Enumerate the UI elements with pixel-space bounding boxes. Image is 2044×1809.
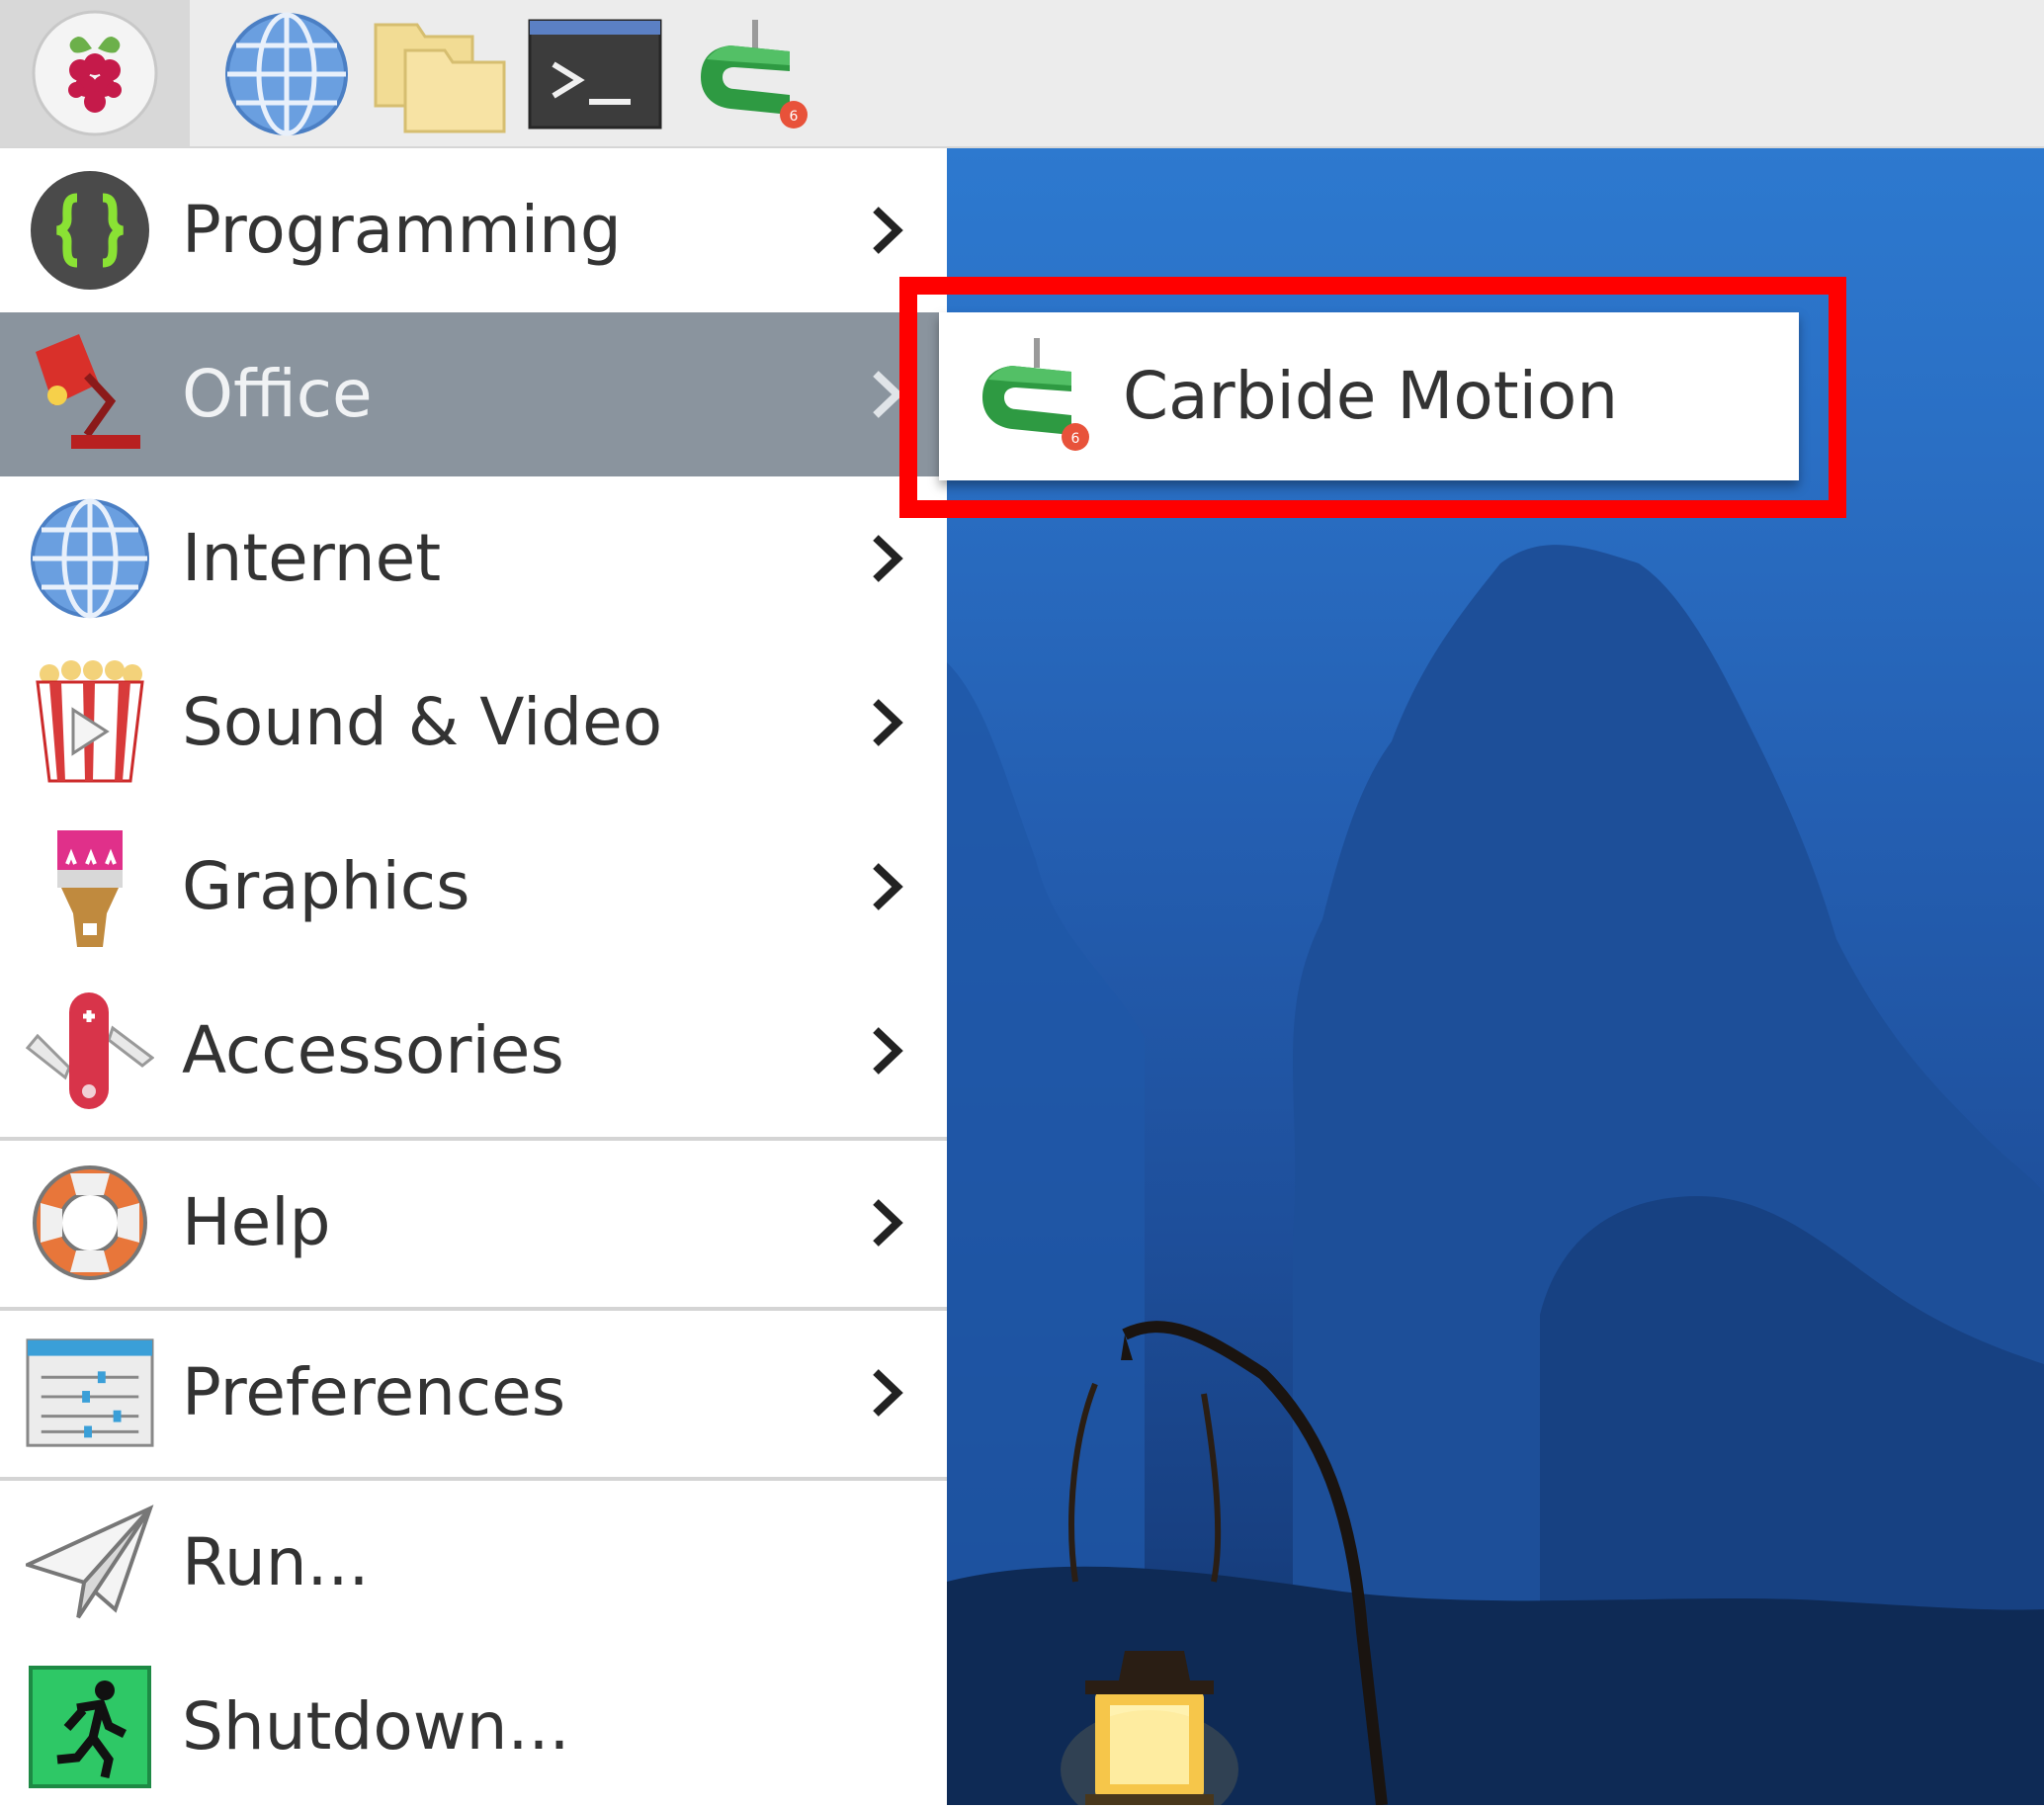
menu-item-label: Office — [182, 356, 373, 432]
globe-icon — [225, 12, 348, 136]
folder-icon — [374, 23, 506, 133]
exit-running-man-icon — [29, 1666, 151, 1788]
menu-item-run[interactable]: Run... — [0, 1481, 947, 1645]
chevron-right-icon — [873, 863, 903, 910]
menu-item-office[interactable]: Office — [0, 312, 947, 476]
lifebuoy-icon — [33, 1165, 147, 1280]
globe-icon — [31, 498, 149, 619]
menu-item-label: Accessories — [182, 1012, 564, 1088]
carbide-motion-icon: 6 — [701, 20, 808, 129]
menu-item-help[interactable]: Help — [0, 1141, 947, 1305]
menu-item-sound-video[interactable]: Sound & Video — [0, 641, 947, 805]
menu-item-accessories[interactable]: Accessories — [0, 969, 947, 1133]
popcorn-play-icon — [36, 660, 144, 783]
chevron-right-icon — [873, 1027, 903, 1075]
menu-item-label: Preferences — [182, 1354, 566, 1430]
swiss-knife-icon — [26, 992, 154, 1109]
submenu-item-label: Carbide Motion — [1123, 358, 1619, 434]
chevron-right-icon — [873, 1199, 903, 1247]
carbide-motion-launcher[interactable]: 6 — [686, 8, 820, 140]
menu-item-label: Internet — [182, 520, 442, 596]
web-browser-button[interactable] — [219, 8, 354, 140]
menu-item-label: Help — [182, 1184, 331, 1260]
menu-item-shutdown[interactable]: Shutdown... — [0, 1645, 947, 1809]
menu-item-internet[interactable]: Internet — [0, 476, 947, 641]
menu-item-label: Run... — [182, 1524, 370, 1600]
paintbrush-icon — [57, 830, 123, 947]
carbide-motion-icon: 6 — [982, 338, 1089, 451]
paper-plane-icon — [26, 1505, 154, 1619]
chevron-right-icon — [873, 1369, 903, 1417]
submenu-item-carbide-motion[interactable]: 6 Carbide Motion — [939, 312, 1799, 480]
menu-item-graphics[interactable]: Graphics — [0, 805, 947, 969]
menu-item-programming[interactable]: Programming — [0, 148, 947, 312]
file-manager-button[interactable] — [374, 8, 508, 140]
settings-sliders-icon — [26, 1338, 154, 1447]
raspberry-icon — [32, 10, 158, 136]
menu-item-label: Sound & Video — [182, 684, 663, 760]
programming-braces-icon — [31, 171, 149, 290]
desk-lamp-icon — [36, 334, 140, 449]
chevron-right-icon — [873, 535, 903, 582]
chevron-right-icon — [873, 371, 903, 418]
menu-item-label: Shutdown... — [182, 1688, 570, 1765]
raspberry-menu-button[interactable] — [0, 0, 190, 146]
taskbar: 6 — [0, 0, 2044, 148]
svg-text:6: 6 — [1071, 431, 1080, 447]
svg-text:6: 6 — [790, 109, 799, 125]
menu-item-label: Graphics — [182, 848, 470, 924]
menu-item-preferences[interactable]: Preferences — [0, 1311, 947, 1475]
menu-item-label: Programming — [182, 192, 622, 268]
terminal-icon — [528, 19, 662, 129]
application-menu: Programming Office Internet Sound & Vide… — [0, 148, 947, 1805]
chevron-right-icon — [873, 699, 903, 746]
office-submenu: 6 Carbide Motion — [939, 312, 1799, 480]
terminal-button[interactable] — [528, 8, 662, 140]
chevron-right-icon — [873, 207, 903, 254]
